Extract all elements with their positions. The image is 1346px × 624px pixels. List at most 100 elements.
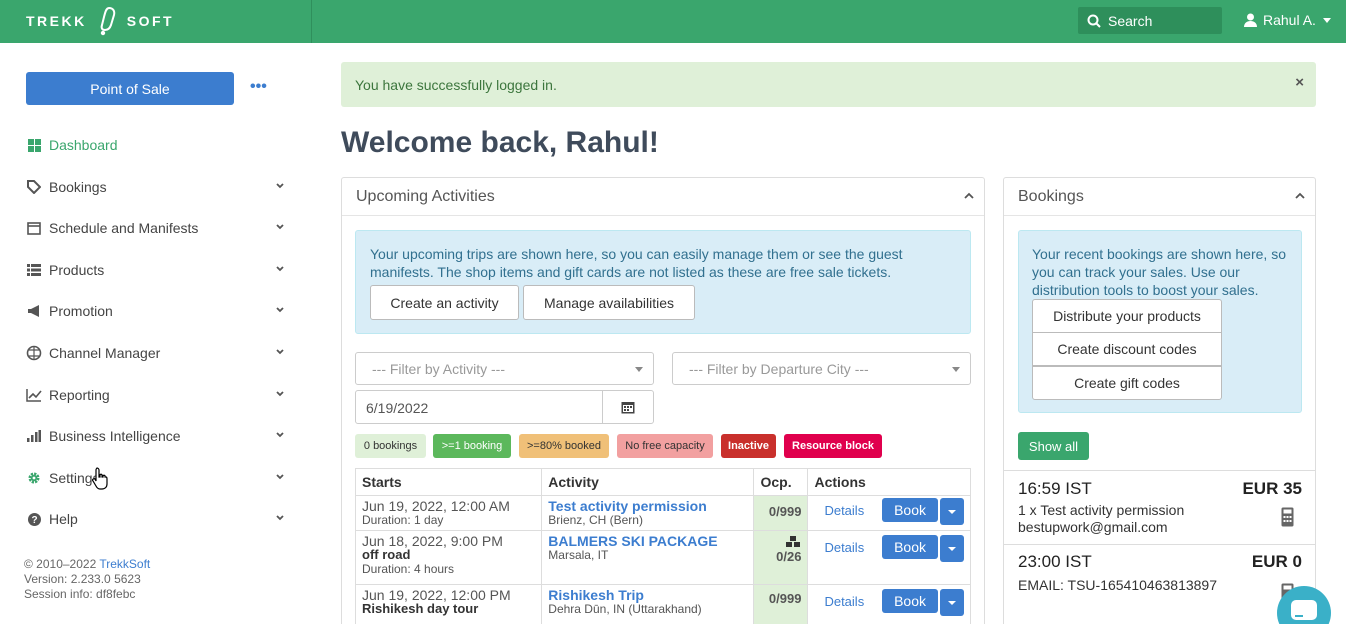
book-button[interactable]: Book <box>882 498 938 522</box>
column-header: Actions <box>807 468 971 496</box>
sidebar-item-dashboard[interactable]: Dashboard <box>26 134 286 156</box>
gear-icon <box>26 470 42 486</box>
panel-header[interactable]: Bookings <box>1004 178 1315 216</box>
table-row: Jun 19, 2022, 12:00 PM Rishikesh day tou… <box>354 584 971 624</box>
occupancy-cell: 0/999 <box>753 584 809 624</box>
starts-cell: Jun 19, 2022, 12:00 PM Rishikesh day tou… <box>354 584 543 624</box>
version-text: Version: 2.233.0 5623 <box>24 572 141 586</box>
activity-link[interactable]: BALMERS SKI PACKAGE <box>548 534 747 548</box>
details-link[interactable]: Details <box>824 500 878 518</box>
activity-link[interactable]: Test activity permission <box>548 499 747 513</box>
legend-one-booking: >=1 booking <box>433 434 511 458</box>
book-button[interactable]: Book <box>882 535 938 559</box>
sidebar-item-channel-manager[interactable]: Channel Manager <box>26 342 286 364</box>
sidebar-item-help[interactable]: ? Help <box>26 508 286 530</box>
more-options-icon[interactable]: ••• <box>250 78 267 96</box>
sidebar-item-label: Products <box>49 262 105 278</box>
book-dropdown-button[interactable] <box>940 498 964 525</box>
legend-inactive: Inactive <box>721 434 776 458</box>
header-divider <box>311 0 312 43</box>
legend-no-free-capacity: No free capacity <box>617 434 713 458</box>
chevron-down-icon <box>276 432 284 438</box>
booking-email: bestupwork@gmail.com <box>1018 519 1168 535</box>
sidebar-item-settings[interactable]: Settings <box>26 467 286 489</box>
sidebar-item-bookings[interactable]: Bookings <box>26 176 286 198</box>
activity-location: Dehra Dūn, IN (Uttarakhand) <box>548 602 702 616</box>
legend-eighty-percent: >=80% booked <box>519 434 609 458</box>
filter-activity-select[interactable]: --- Filter by Activity --- <box>355 352 654 385</box>
sidebar-item-schedule[interactable]: Schedule and Manifests <box>26 217 286 239</box>
sidebar-item-label: Bookings <box>49 179 107 195</box>
book-dropdown-button[interactable] <box>940 589 964 616</box>
filter-city-select[interactable]: --- Filter by Departure City --- <box>672 352 971 385</box>
column-header: Starts <box>354 468 543 496</box>
manage-availabilities-button[interactable]: Manage availabilities <box>523 285 695 320</box>
sidebar-item-label: Business Intelligence <box>49 428 181 444</box>
table-row: Jun 19, 2022, 12:00 AM Duration: 1 day T… <box>354 495 971 531</box>
list-icon <box>26 262 42 278</box>
page-title: Welcome back, Rahul! <box>341 126 659 159</box>
book-button[interactable]: Book <box>882 589 938 613</box>
duration: Duration: 1 day <box>362 513 444 527</box>
sidebar-footer: © 2010–2022 TrekkSoft Version: 2.233.0 5… <box>24 557 150 602</box>
calendar-button[interactable] <box>602 390 654 424</box>
chat-widget-button[interactable] <box>1277 586 1331 624</box>
book-dropdown-button[interactable] <box>940 535 964 562</box>
booking-item: EMAIL: TSU-165410463813897 <box>1018 577 1217 593</box>
starts-cell: Jun 18, 2022, 9:00 PM off road Duration:… <box>354 530 543 585</box>
chevron-down-icon <box>276 224 284 230</box>
show-all-button[interactable]: Show all <box>1018 432 1089 460</box>
divider <box>1004 470 1315 471</box>
svg-text:?: ? <box>31 515 37 526</box>
date-input[interactable]: 6/19/2022 <box>355 390 603 424</box>
starts-cell: Jun 19, 2022, 12:00 AM Duration: 1 day <box>354 495 543 531</box>
calculator-icon[interactable] <box>1281 507 1294 527</box>
chat-icon <box>1291 600 1317 620</box>
details-link[interactable]: Details <box>824 537 878 555</box>
activity-link[interactable]: Rishikesh Trip <box>548 588 747 602</box>
sidebar-item-promotion[interactable]: Promotion <box>26 300 286 322</box>
chevron-down-icon <box>1322 17 1331 23</box>
trekksoft-link[interactable]: TrekkSoft <box>99 557 150 571</box>
shoe-icon <box>95 6 119 36</box>
info-text: Your upcoming trips are shown here, so y… <box>370 246 903 280</box>
resource-icon <box>786 536 801 547</box>
chevron-up-icon[interactable] <box>964 192 974 200</box>
search-icon <box>1087 14 1101 28</box>
top-bar: TREKK SOFT Search Rahul A. <box>0 0 1346 43</box>
trekksoft-logo[interactable]: TREKK SOFT <box>26 6 174 36</box>
close-icon[interactable]: × <box>1295 74 1304 91</box>
logo-text-right: SOFT <box>126 13 175 29</box>
chevron-up-icon[interactable] <box>1295 192 1305 200</box>
distribute-products-button[interactable]: Distribute your products <box>1032 299 1222 333</box>
duration: Duration: 4 hours <box>362 562 455 576</box>
chevron-down-icon <box>276 391 284 397</box>
column-header: Activity <box>541 468 755 496</box>
user-menu[interactable]: Rahul A. <box>1244 12 1331 28</box>
search-box[interactable]: Search <box>1078 7 1222 34</box>
occupancy-cell: 0/26 <box>753 530 809 585</box>
sidebar-item-label: Dashboard <box>49 137 118 153</box>
activity-cell: BALMERS SKI PACKAGE Marsala, IT <box>541 530 755 585</box>
create-discount-codes-button[interactable]: Create discount codes <box>1032 332 1222 366</box>
sidebar-item-products[interactable]: Products <box>26 259 286 281</box>
actions-cell: Details Book <box>807 584 971 624</box>
column-header: Ocp. <box>753 468 809 496</box>
sidebar-item-label: Reporting <box>49 387 110 403</box>
occupancy-value: 0/26 <box>776 549 802 564</box>
activity-subtitle: Rishikesh day tour <box>362 601 479 616</box>
sidebar-item-label: Channel Manager <box>49 345 161 361</box>
network-icon <box>26 345 42 361</box>
hand-cursor-icon <box>92 466 108 495</box>
search-label: Search <box>1108 12 1153 29</box>
create-gift-codes-button[interactable]: Create gift codes <box>1032 366 1222 400</box>
sidebar-item-business-intelligence[interactable]: Business Intelligence <box>26 425 286 447</box>
panel-header[interactable]: Upcoming Activities <box>342 178 984 216</box>
activity-location: Brienz, CH (Bern) <box>548 513 643 527</box>
point-of-sale-button[interactable]: Point of Sale <box>26 72 234 105</box>
create-activity-button[interactable]: Create an activity <box>370 285 519 320</box>
details-link[interactable]: Details <box>824 591 878 609</box>
filter-activity-placeholder: --- Filter by Activity --- <box>372 361 505 377</box>
sidebar-item-reporting[interactable]: Reporting <box>26 384 286 406</box>
info-text: Your recent bookings are shown here, so … <box>1032 246 1286 298</box>
